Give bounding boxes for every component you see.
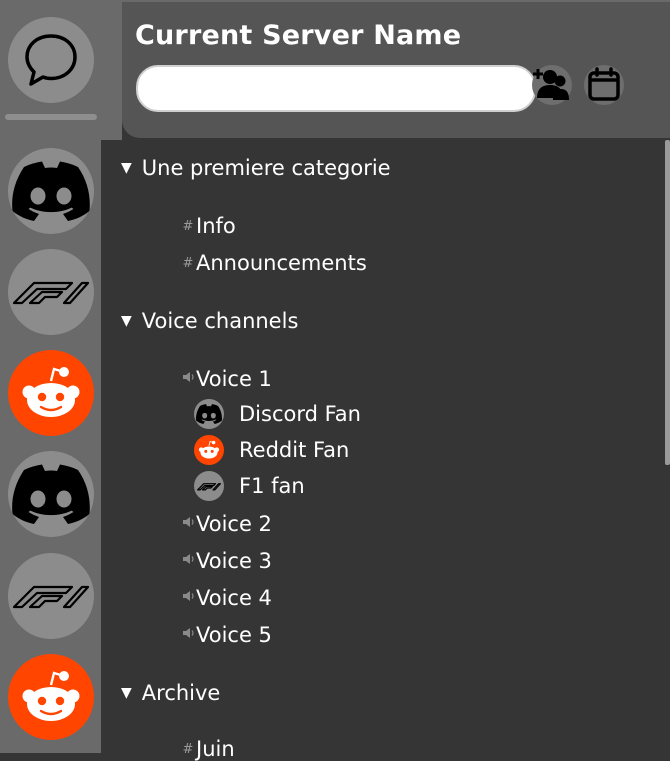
category-archive[interactable]: ▼ Archive [121, 681, 220, 705]
chevron-down-icon: ▼ [121, 685, 132, 701]
chat-bubble-icon [25, 34, 77, 86]
user-label: F1 fan [239, 474, 305, 498]
server-reddit-1[interactable] [8, 350, 94, 436]
channel-list: ▼ Une premiere categorie # Info # Announ… [101, 140, 661, 761]
f1-icon [12, 281, 90, 305]
add-friend-button[interactable] [532, 65, 572, 105]
scrollbar[interactable] [665, 140, 670, 465]
channel-label: Info [196, 214, 236, 238]
server-reddit-2[interactable] [8, 654, 94, 740]
chevron-down-icon: ▼ [121, 160, 132, 176]
channel-label: Juin [196, 737, 235, 761]
speaker-icon [181, 627, 195, 643]
f1-icon [12, 585, 90, 609]
category-label: Archive [141, 681, 221, 705]
channel-label: Voice 4 [196, 586, 272, 610]
discord-icon [196, 404, 222, 424]
hash-icon: # [182, 218, 194, 234]
search-input[interactable] [136, 65, 536, 112]
f1-icon [197, 482, 221, 490]
calendar-button[interactable] [584, 65, 624, 105]
server-name-title: Current Server Name [135, 20, 462, 51]
channel-info[interactable]: # Info [181, 214, 236, 238]
voice-channel-3[interactable]: Voice 3 [181, 549, 272, 573]
speaker-icon [181, 590, 195, 606]
category-voice-channels[interactable]: ▼ Voice channels [121, 309, 298, 333]
server-header: Current Server Name [122, 2, 670, 138]
voice-user-f1-fan[interactable]: F1 fan [194, 471, 305, 501]
voice-channel-2[interactable]: Voice 2 [181, 512, 272, 536]
discord-icon [12, 464, 90, 524]
reddit-icon [22, 367, 80, 417]
discord-icon [12, 161, 90, 221]
category-label: Une premiere categorie [141, 156, 391, 180]
server-discord-1[interactable] [8, 148, 94, 234]
voice-channel-5[interactable]: Voice 5 [181, 623, 272, 647]
reddit-icon [198, 440, 220, 459]
channel-juin[interactable]: # Juin [181, 737, 235, 761]
chevron-down-icon: ▼ [121, 313, 132, 329]
voice-user-discord-fan[interactable]: Discord Fan [194, 399, 361, 429]
server-f1-1[interactable] [8, 249, 94, 335]
avatar [194, 435, 224, 465]
hash-icon: # [182, 255, 194, 271]
add-friend-icon [533, 69, 569, 100]
category-label: Voice channels [141, 309, 299, 333]
reddit-icon [22, 671, 80, 721]
voice-user-reddit-fan[interactable]: Reddit Fan [194, 435, 349, 465]
server-rail [0, 0, 101, 753]
channel-announcements[interactable]: # Announcements [181, 251, 367, 275]
avatar [194, 471, 224, 501]
speaker-icon [181, 553, 195, 569]
avatar [194, 399, 224, 429]
header-corner-fill [101, 0, 122, 140]
channel-label: Voice 5 [196, 623, 272, 647]
voice-channel-1[interactable]: Voice 1 [181, 367, 272, 391]
channel-label: Voice 1 [196, 367, 272, 391]
server-f1-2[interactable] [8, 553, 94, 639]
voice-channel-4[interactable]: Voice 4 [181, 586, 272, 610]
channel-label: Voice 3 [196, 549, 272, 573]
server-discord-2[interactable] [8, 451, 94, 537]
speaker-icon [181, 371, 195, 387]
channel-label: Voice 2 [196, 512, 272, 536]
category-premiere[interactable]: ▼ Une premiere categorie [121, 156, 391, 180]
rail-separator [5, 114, 97, 120]
messages-button[interactable] [8, 17, 94, 103]
user-label: Reddit Fan [239, 438, 350, 462]
channel-label: Announcements [196, 251, 367, 275]
hash-icon: # [182, 741, 194, 757]
speaker-icon [181, 516, 195, 532]
user-label: Discord Fan [239, 402, 361, 426]
calendar-icon [588, 67, 620, 101]
